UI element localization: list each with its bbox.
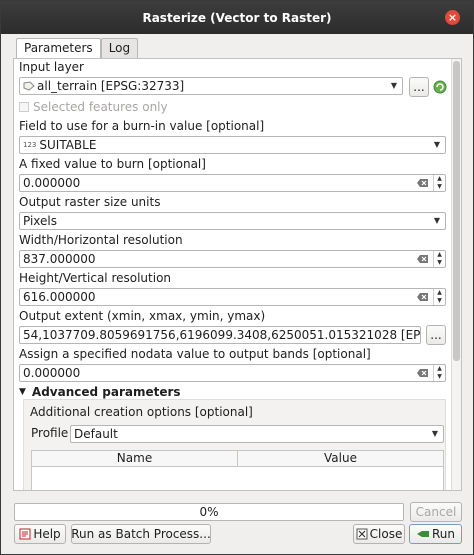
collapse-triangle-icon: ▼ bbox=[19, 387, 26, 397]
fixed-value-text: 0.000000 bbox=[23, 176, 81, 190]
burn-field-label: Field to use for a burn-in value [option… bbox=[19, 119, 265, 133]
run-button[interactable]: Run bbox=[409, 524, 462, 544]
window-title: Rasterize (Vector to Raster) bbox=[142, 10, 332, 25]
chevron-down-icon: ▼ bbox=[433, 216, 440, 225]
clear-icon[interactable] bbox=[417, 291, 429, 303]
parameters-panel: Input layer all_terrain [EPSG:32733] ▼ .… bbox=[13, 58, 462, 491]
extent-input[interactable]: 54,1037709.8059691756,6196099.3408,62500… bbox=[19, 326, 421, 344]
chevron-down-icon: ▼ bbox=[431, 429, 438, 438]
scrollbar-thumb[interactable] bbox=[453, 61, 460, 361]
advanced-parameters-panel: Additional creation options [optional] P… bbox=[23, 399, 446, 490]
close-icon bbox=[356, 528, 368, 540]
help-label: Help bbox=[33, 527, 61, 541]
spin-arrows[interactable]: ▲ ▼ bbox=[433, 365, 445, 381]
close-window-icon[interactable]: × bbox=[445, 10, 460, 25]
selected-features-label: Selected features only bbox=[33, 100, 168, 114]
profile-label: Profile bbox=[31, 426, 69, 440]
input-layer-label: Input layer bbox=[19, 60, 84, 74]
units-label: Output raster size units bbox=[19, 195, 161, 209]
chevron-down-icon: ▼ bbox=[433, 140, 440, 149]
nodata-input[interactable]: 0.000000 ▲ ▼ bbox=[19, 364, 446, 382]
progress-bar: 0% bbox=[14, 503, 404, 521]
close-label: Close bbox=[369, 527, 403, 541]
extent-value: 54,1037709.8059691756,6196099.3408,62500… bbox=[23, 328, 421, 342]
profile-value: Default bbox=[74, 427, 118, 441]
column-header-name[interactable]: Name bbox=[32, 451, 238, 466]
extent-label: Output extent (xmin, xmax, ymin, ymax) bbox=[19, 309, 266, 323]
nodata-label: Assign a specified nodata value to outpu… bbox=[19, 347, 371, 361]
creation-options-table[interactable] bbox=[31, 467, 444, 490]
creation-options-label: Additional creation options [optional] bbox=[30, 405, 253, 419]
help-button[interactable]: Help bbox=[14, 524, 66, 544]
chevron-down-icon: ▼ bbox=[390, 81, 397, 90]
tab-parameters[interactable]: Parameters bbox=[16, 38, 101, 59]
checkbox-box[interactable] bbox=[19, 102, 29, 112]
width-input[interactable]: 837.000000 ▲ ▼ bbox=[19, 250, 446, 268]
advanced-parameters-toggle[interactable]: ▼ Advanced parameters bbox=[19, 385, 181, 399]
selected-features-checkbox[interactable]: Selected features only bbox=[19, 100, 168, 114]
burn-field-combo[interactable]: 123 SUITABLE ▼ bbox=[19, 136, 446, 154]
run-icon bbox=[416, 531, 429, 537]
spin-arrows[interactable]: ▲ ▼ bbox=[433, 289, 445, 305]
title-bar: Rasterize (Vector to Raster) × bbox=[1, 1, 473, 34]
clear-icon[interactable] bbox=[417, 253, 429, 265]
height-value: 616.000000 bbox=[23, 290, 96, 304]
profile-combo[interactable]: Default ▼ bbox=[70, 425, 444, 443]
cancel-button[interactable]: Cancel bbox=[410, 502, 462, 522]
input-layer-combo[interactable]: all_terrain [EPSG:32733] ▼ bbox=[19, 77, 403, 95]
tab-bar: Parameters Log bbox=[16, 38, 139, 59]
nodata-value: 0.000000 bbox=[23, 366, 81, 380]
clear-icon[interactable] bbox=[417, 367, 429, 379]
advanced-parameters-title: Advanced parameters bbox=[31, 385, 181, 399]
input-layer-browse-button[interactable]: ... bbox=[409, 77, 429, 97]
help-icon bbox=[19, 528, 31, 540]
extent-options-button[interactable]: ... bbox=[426, 325, 446, 345]
column-header-value[interactable]: Value bbox=[238, 451, 443, 466]
units-value: Pixels bbox=[23, 214, 58, 228]
iterate-icon[interactable] bbox=[432, 79, 448, 95]
clear-icon[interactable] bbox=[417, 177, 429, 189]
run-label: Run bbox=[431, 527, 455, 541]
width-label: Width/Horizontal resolution bbox=[19, 233, 183, 247]
fixed-value-label: A fixed value to burn [optional] bbox=[19, 157, 206, 171]
input-layer-value: all_terrain [EPSG:32733] bbox=[37, 79, 185, 93]
width-value: 837.000000 bbox=[23, 252, 96, 266]
height-input[interactable]: 616.000000 ▲ ▼ bbox=[19, 288, 446, 306]
numeric-field-icon: 123 bbox=[23, 141, 37, 149]
height-label: Height/Vertical resolution bbox=[19, 271, 172, 285]
run-batch-button[interactable]: Run as Batch Process... bbox=[71, 524, 211, 544]
tab-log[interactable]: Log bbox=[100, 38, 139, 58]
burn-field-value: SUITABLE bbox=[39, 138, 97, 152]
spin-arrows[interactable]: ▲ ▼ bbox=[433, 175, 445, 191]
creation-options-table-header: Name Value bbox=[31, 450, 444, 467]
units-combo[interactable]: Pixels ▼ bbox=[19, 212, 446, 230]
panel-scrollbar[interactable] bbox=[451, 59, 461, 490]
close-button[interactable]: Close bbox=[353, 524, 405, 544]
fixed-value-input[interactable]: 0.000000 ▲ ▼ bbox=[19, 174, 446, 192]
spin-arrows[interactable]: ▲ ▼ bbox=[433, 251, 445, 267]
polygon-layer-icon bbox=[23, 81, 35, 91]
dialog-window: Rasterize (Vector to Raster) × Parameter… bbox=[0, 0, 474, 555]
